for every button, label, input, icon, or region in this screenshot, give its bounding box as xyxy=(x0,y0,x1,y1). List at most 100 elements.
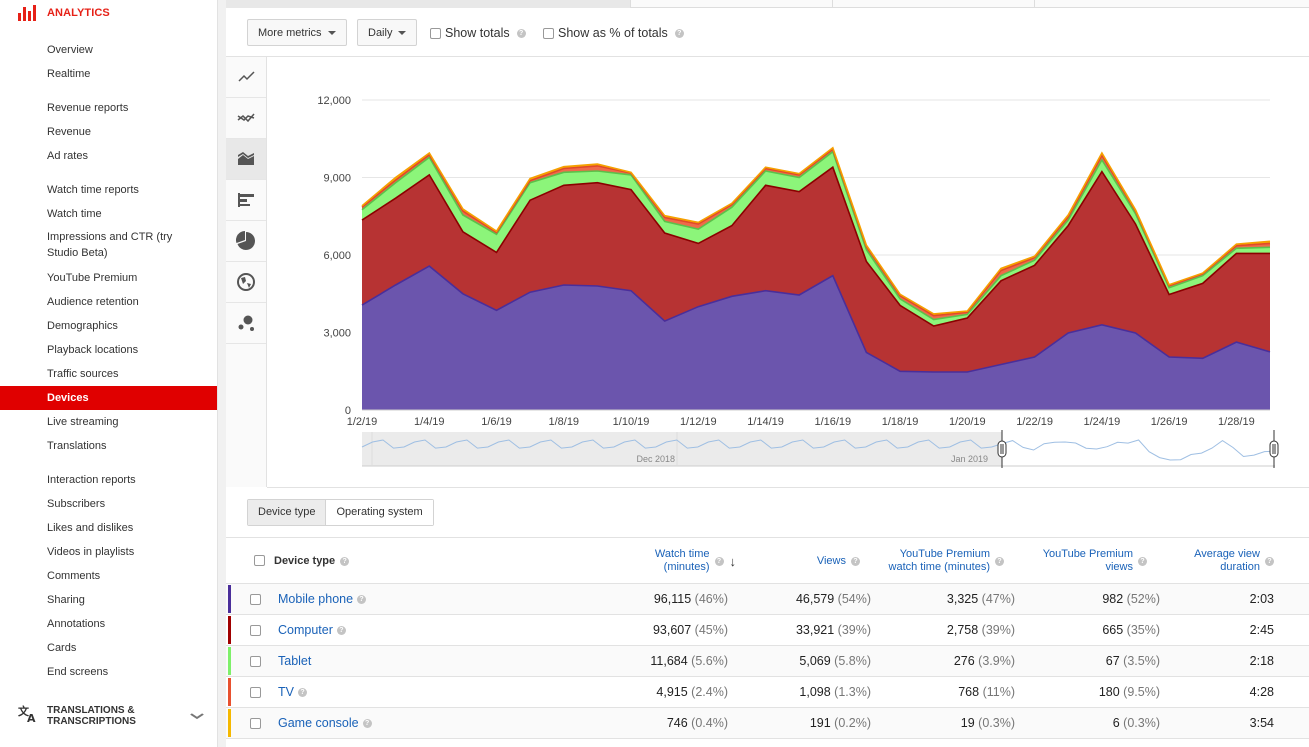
table-row[interactable]: Tablet 11,684 (5.6%) 5,069 (5.8%) 276 (3.9%… xyxy=(226,646,1309,677)
help-icon[interactable]: ? xyxy=(1265,556,1274,566)
navigator-range-handle[interactable] xyxy=(1269,440,1279,458)
sidebar: ANALYTICS Overview Realtime Revenue report… xyxy=(0,0,218,747)
checkbox[interactable] xyxy=(430,27,441,39)
avg-view-duration-cell: 4:28 xyxy=(1250,677,1274,708)
sidebar-item-subscribers[interactable]: Subscribers xyxy=(0,492,217,516)
cell-percent: (47%) xyxy=(981,592,1015,606)
sidebar-item-interaction-reports[interactable]: Interaction reports xyxy=(0,468,217,492)
sidebar-item-comments[interactable]: Comments xyxy=(0,564,217,588)
help-icon[interactable]: ? xyxy=(357,595,367,605)
sidebar-item-revenue[interactable]: Revenue xyxy=(0,120,217,144)
sidebar-item-revenue-reports[interactable]: Revenue reports xyxy=(0,96,217,120)
sidebar-item-devices[interactable]: Devices xyxy=(0,386,217,410)
help-icon[interactable]: ? xyxy=(674,28,684,38)
chart-type-stacked-area-chart-button[interactable] xyxy=(226,139,266,180)
more-metrics-button[interactable]: More metrics xyxy=(247,19,347,46)
show-totals-checkbox[interactable]: Show totals ? xyxy=(430,26,526,40)
sidebar-item-watch-time[interactable]: Watch time xyxy=(0,202,217,226)
show-pct-totals-checkbox[interactable]: Show as % of totals ? xyxy=(543,26,684,40)
sidebar-item-translations[interactable]: Translations xyxy=(0,434,217,458)
sort-descending-icon[interactable]: ↓ xyxy=(730,555,737,568)
column-header-views[interactable]: Views? xyxy=(817,538,860,584)
sidebar-item-annotations[interactable]: Annotations xyxy=(0,612,217,636)
sidebar-item-sharing[interactable]: Sharing xyxy=(0,588,217,612)
translations-transcriptions-section[interactable]: 文A TRANSLATIONS & TRANSCRIPTIONS xyxy=(18,703,208,729)
column-header-youtube-premium-watch-time-minutes[interactable]: YouTube Premium watch time (minutes)? xyxy=(889,538,1004,584)
help-icon[interactable]: ? xyxy=(297,688,307,698)
table-row[interactable]: Computer? 93,607 (45%) 33,921 (39%) 2,758 (… xyxy=(226,615,1309,646)
navigator-range-handle[interactable] xyxy=(997,440,1007,458)
sidebar-item-ad-rates[interactable]: Ad rates xyxy=(0,144,217,168)
tab-operating-system[interactable]: Operating system xyxy=(326,500,433,525)
column-header-line1: Views xyxy=(816,554,846,567)
help-icon[interactable]: ? xyxy=(995,556,1004,566)
chart-type-bubble-chart-button[interactable] xyxy=(226,303,266,344)
device-type-link[interactable]: Tablet xyxy=(278,646,311,677)
device-type-link[interactable]: Game console? xyxy=(278,708,372,739)
sidebar-item-realtime[interactable]: Realtime xyxy=(0,62,217,86)
tab-device-type[interactable]: Device type xyxy=(248,500,327,525)
metric-tab[interactable] xyxy=(833,0,1035,8)
sidebar-item-likes-and-dislikes[interactable]: Likes and dislikes xyxy=(0,516,217,540)
table-row[interactable]: Game console? 746 (0.4%) 191 (0.2%) 19 (0.3… xyxy=(226,708,1309,739)
sidebar-item-live-streaming[interactable]: Live streaming xyxy=(0,410,217,434)
column-header-average-view-duration[interactable]: Average view duration? xyxy=(1194,538,1274,584)
line-chart-icon xyxy=(238,71,255,82)
sidebar-item-demographics[interactable]: Demographics xyxy=(0,314,217,338)
sidebar-item-playback-locations[interactable]: Playback locations xyxy=(0,338,217,362)
help-icon[interactable]: ? xyxy=(714,556,724,566)
views-cell: 191 (0.2%) xyxy=(810,708,871,739)
interval-dropdown[interactable]: Daily xyxy=(357,19,418,46)
row-checkbox[interactable] xyxy=(250,687,261,698)
row-checkbox[interactable] xyxy=(250,718,261,729)
premium-views-cell: 982 (52%) xyxy=(1102,584,1160,615)
checkbox[interactable] xyxy=(543,27,554,39)
column-header-device-type[interactable]: Device type? xyxy=(274,538,350,584)
sidebar-item-traffic-sources[interactable]: Traffic sources xyxy=(0,362,217,386)
sidebar-item-end-screens[interactable]: End screens xyxy=(0,660,217,684)
help-icon[interactable]: ? xyxy=(1138,556,1147,566)
chart-type-globe-map-button[interactable] xyxy=(226,262,266,303)
metric-tab[interactable] xyxy=(631,0,833,8)
cell-percent: (5.8%) xyxy=(834,654,871,668)
sidebar-item-impressions-and-ctr-try-studio-beta[interactable]: Impressions and CTR (try Studio Beta) xyxy=(0,226,217,266)
sidebar-item-audience-retention[interactable]: Audience retention xyxy=(0,290,217,314)
series-color-indicator xyxy=(228,647,231,675)
device-type-link[interactable]: Mobile phone? xyxy=(278,584,367,615)
row-checkbox[interactable] xyxy=(250,594,261,605)
analytics-header[interactable]: ANALYTICS xyxy=(18,4,110,22)
cell-value: 2,758 xyxy=(946,623,979,637)
sidebar-item-watch-time-reports[interactable]: Watch time reports xyxy=(0,178,217,202)
device-type-link[interactable]: TV? xyxy=(278,677,307,708)
column-header-youtube-premium-views[interactable]: YouTube Premium views? xyxy=(1043,538,1147,584)
sidebar-item-videos-in-playlists[interactable]: Videos in playlists xyxy=(0,540,217,564)
row-checkbox[interactable] xyxy=(250,625,261,636)
sidebar-item-youtube-premium[interactable]: YouTube Premium xyxy=(0,266,217,290)
chevron-down-icon[interactable] xyxy=(190,709,205,723)
chart-type-line-chart-button[interactable] xyxy=(226,57,266,98)
table-row[interactable]: TV? 4,915 (2.4%) 1,098 (1.3%) 768 (11%) 180 … xyxy=(226,677,1309,708)
help-icon[interactable]: ? xyxy=(336,626,346,636)
chart-type-bar-chart-button[interactable] xyxy=(226,180,266,221)
bar-chart-icon xyxy=(238,193,254,207)
column-header-line2: views xyxy=(1105,561,1133,573)
sidebar-item-cards[interactable]: Cards xyxy=(0,636,217,660)
sidebar-item-overview[interactable]: Overview xyxy=(0,38,217,62)
watch-time-cell: 11,684 (5.6%) xyxy=(650,646,728,677)
table-row[interactable]: Mobile phone? 96,115 (46%) 46,579 (54%) 3,3… xyxy=(226,584,1309,615)
help-icon[interactable]: ? xyxy=(340,556,350,566)
help-icon[interactable]: ? xyxy=(851,556,860,566)
x-tick-label: 1/18/19 xyxy=(882,416,919,428)
device-type-link[interactable]: Computer? xyxy=(278,615,346,646)
select-all-checkbox[interactable] xyxy=(254,555,265,566)
chart-type-multi-line-chart-button[interactable] xyxy=(226,98,266,139)
help-icon[interactable]: ? xyxy=(516,28,526,38)
column-header-watch-time-minutes[interactable]: Watch time (minutes)? ↓ xyxy=(655,538,736,584)
metric-tab[interactable] xyxy=(226,0,631,8)
app: ANALYTICS Overview Realtime Revenue report… xyxy=(0,0,1309,747)
chart-type-pie-chart-button[interactable] xyxy=(226,221,266,262)
y-tick-label: 9,000 xyxy=(323,173,351,185)
help-icon[interactable]: ? xyxy=(362,719,372,729)
column-header-line1: YouTube Premium xyxy=(1042,548,1133,560)
row-checkbox[interactable] xyxy=(250,656,261,667)
